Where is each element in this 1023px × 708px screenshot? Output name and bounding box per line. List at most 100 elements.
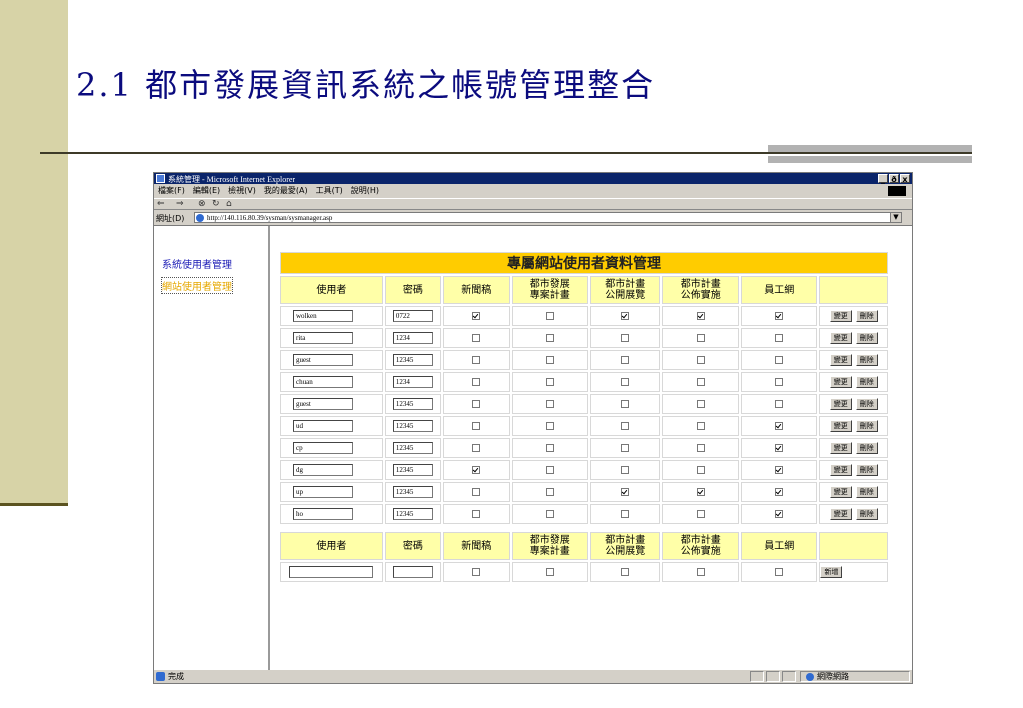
user-input[interactable]: guest [293,354,353,366]
password-input[interactable]: 12345 [392,398,433,410]
plan-enforcement-checkbox[interactable] [696,465,705,474]
address-dropdown-icon[interactable]: ▼ [890,213,901,222]
password-input[interactable]: 12345 [392,354,433,366]
password-input[interactable]: 12345 [392,508,433,520]
plan-enforcement-checkbox[interactable] [696,399,705,408]
home-icon[interactable]: ⌂ [226,199,232,210]
new-news-checkbox[interactable] [472,567,481,576]
staff-net-checkbox[interactable] [775,377,784,386]
menu-view[interactable]: 檢視(V) [228,185,256,197]
plan-enforcement-checkbox[interactable] [696,487,705,496]
plan-enforcement-checkbox[interactable] [696,377,705,386]
delete-button[interactable]: 刪除 [855,508,878,520]
plan-enforcement-checkbox[interactable] [696,443,705,452]
user-input[interactable]: up [293,486,353,498]
news-checkbox[interactable] [472,333,481,342]
news-checkbox[interactable] [472,421,481,430]
maximize-button[interactable]: ð [889,174,899,184]
news-checkbox[interactable] [472,465,481,474]
plan-enforcement-checkbox[interactable] [696,509,705,518]
news-checkbox[interactable] [472,443,481,452]
menu-file[interactable]: 檔案(F) [158,185,185,197]
password-input[interactable]: 12345 [392,486,433,498]
minimize-button[interactable]: _ [878,174,888,184]
staff-net-checkbox[interactable] [775,421,784,430]
plan-exhibition-checkbox[interactable] [621,311,630,320]
plan-exhibition-checkbox[interactable] [621,377,630,386]
delete-button[interactable]: 刪除 [855,310,878,322]
user-input[interactable]: wolken [293,310,353,322]
urban-project-checkbox[interactable] [545,487,554,496]
urban-project-checkbox[interactable] [545,311,554,320]
staff-net-checkbox[interactable] [775,509,784,518]
staff-net-checkbox[interactable] [775,465,784,474]
user-input[interactable]: dg [293,464,353,476]
delete-button[interactable]: 刪除 [855,376,878,388]
staff-net-checkbox[interactable] [775,399,784,408]
password-input[interactable]: 12345 [392,420,433,432]
user-input[interactable]: cp [293,442,353,454]
staff-net-checkbox[interactable] [775,333,784,342]
edit-button[interactable]: 變更 [829,332,852,344]
address-input[interactable]: http://140.116.80.39/sysman/sysmanager.a… [194,212,902,223]
password-input[interactable]: 0722 [392,310,433,322]
new-staff-net-checkbox[interactable] [775,567,784,576]
nav-item-system-users[interactable]: 系統使用者管理 [162,256,232,271]
edit-button[interactable]: 變更 [829,376,852,388]
refresh-icon[interactable]: ↻ [212,199,220,210]
user-input[interactable]: guest [293,398,353,410]
plan-exhibition-checkbox[interactable] [621,421,630,430]
new-user-input[interactable] [289,566,374,578]
password-input[interactable]: 1234 [392,376,433,388]
edit-button[interactable]: 變更 [829,486,852,498]
staff-net-checkbox[interactable] [775,355,784,364]
plan-exhibition-checkbox[interactable] [621,443,630,452]
news-checkbox[interactable] [472,311,481,320]
new-password-input[interactable] [392,566,433,578]
edit-button[interactable]: 變更 [829,508,852,520]
news-checkbox[interactable] [472,399,481,408]
delete-button[interactable]: 刪除 [855,420,878,432]
plan-exhibition-checkbox[interactable] [621,399,630,408]
edit-button[interactable]: 變更 [829,398,852,410]
urban-project-checkbox[interactable] [545,509,554,518]
edit-button[interactable]: 變更 [829,310,852,322]
user-input[interactable]: rita [293,332,353,344]
urban-project-checkbox[interactable] [545,399,554,408]
plan-exhibition-checkbox[interactable] [621,465,630,474]
urban-project-checkbox[interactable] [545,377,554,386]
delete-button[interactable]: 刪除 [855,332,878,344]
staff-net-checkbox[interactable] [775,487,784,496]
news-checkbox[interactable] [472,355,481,364]
staff-net-checkbox[interactable] [775,443,784,452]
urban-project-checkbox[interactable] [545,443,554,452]
nav-item-site-users[interactable]: 網站使用者管理 [161,277,233,294]
new-plan-enforcement-checkbox[interactable] [696,567,705,576]
edit-button[interactable]: 變更 [829,442,852,454]
forward-icon[interactable]: ⇒ [176,199,184,210]
news-checkbox[interactable] [472,377,481,386]
urban-project-checkbox[interactable] [545,421,554,430]
plan-exhibition-checkbox[interactable] [621,487,630,496]
delete-button[interactable]: 刪除 [855,442,878,454]
plan-exhibition-checkbox[interactable] [621,355,630,364]
plan-enforcement-checkbox[interactable] [696,421,705,430]
user-input[interactable]: ho [293,508,353,520]
edit-button[interactable]: 變更 [829,354,852,366]
password-input[interactable]: 12345 [392,442,433,454]
add-button[interactable]: 新增 [820,566,843,578]
urban-project-checkbox[interactable] [545,465,554,474]
delete-button[interactable]: 刪除 [855,354,878,366]
menu-edit[interactable]: 編輯(E) [193,185,220,197]
news-checkbox[interactable] [472,509,481,518]
password-input[interactable]: 1234 [392,332,433,344]
menu-help[interactable]: 說明(H) [351,185,379,197]
delete-button[interactable]: 刪除 [855,486,878,498]
delete-button[interactable]: 刪除 [855,464,878,476]
edit-button[interactable]: 變更 [829,420,852,432]
user-input[interactable]: ud [293,420,353,432]
urban-project-checkbox[interactable] [545,333,554,342]
menu-tools[interactable]: 工具(T) [316,185,343,197]
plan-enforcement-checkbox[interactable] [696,333,705,342]
delete-button[interactable]: 刪除 [855,398,878,410]
